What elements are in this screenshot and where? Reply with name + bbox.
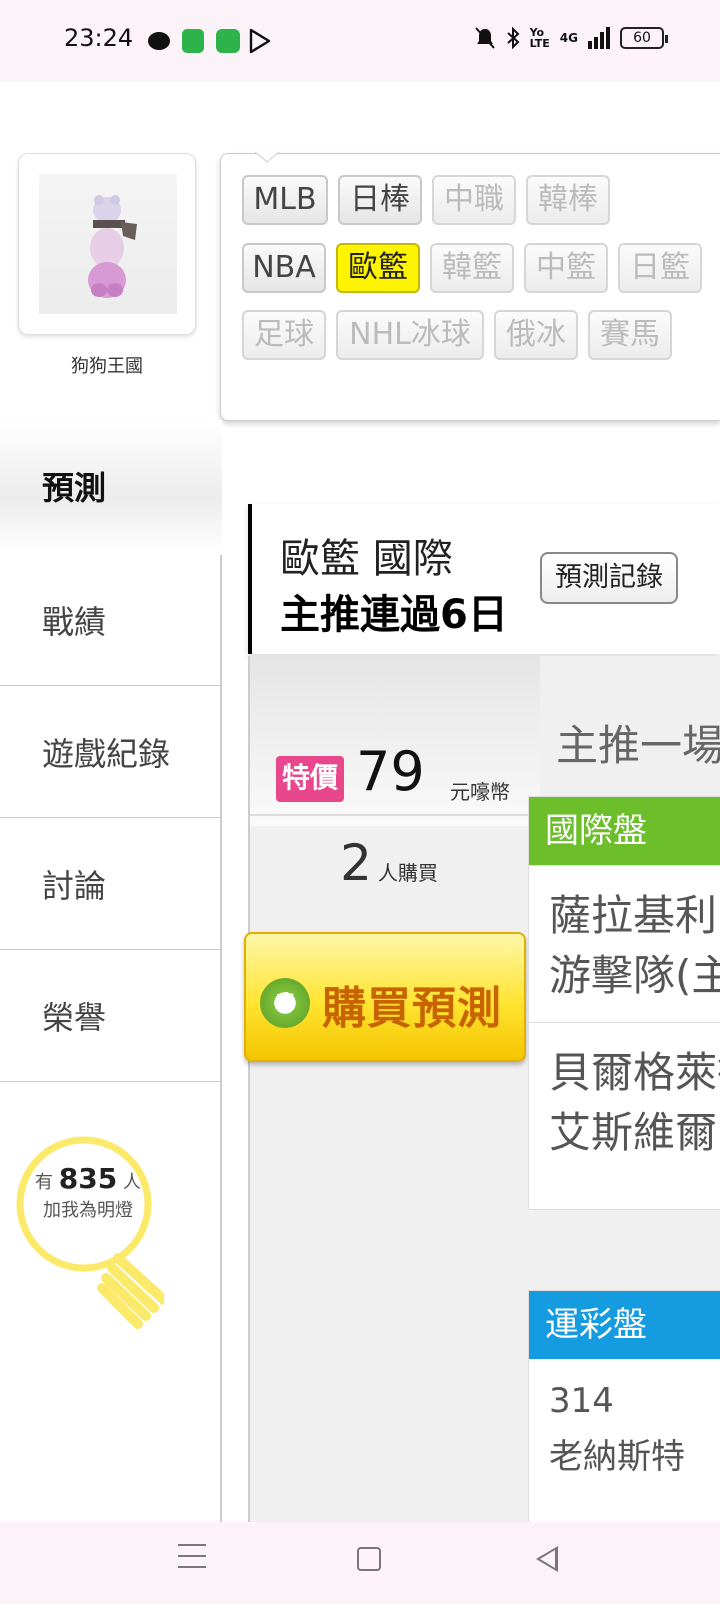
- sidebar-item-record[interactable]: 戰績: [0, 554, 222, 686]
- league-euro-basketball[interactable]: 歐籃: [336, 243, 420, 293]
- profile-avatar-card[interactable]: [18, 153, 196, 335]
- lottery-team: 老納斯特: [549, 1437, 685, 1477]
- league-china-basketball[interactable]: 中籃: [524, 243, 608, 293]
- fans-count-label: 有 835 人 加我為明燈: [14, 1165, 162, 1225]
- buy-prediction-button[interactable]: 嚎 購買預測: [244, 932, 526, 1062]
- league-title: 歐籃 國際: [280, 536, 453, 582]
- network-label: 4G: [559, 31, 578, 45]
- league-mlb[interactable]: MLB: [242, 175, 328, 225]
- league-korea-baseball[interactable]: 韓棒: [526, 175, 610, 225]
- fans-suffix: 人: [122, 1172, 141, 1193]
- mute-icon: [474, 27, 495, 49]
- buyers-count: 2: [340, 834, 372, 892]
- league-japan-basketball[interactable]: 日籃: [618, 243, 702, 293]
- intl-match-row[interactable]: 貝爾格萊德 艾斯維爾: [529, 1022, 720, 1179]
- buy-prediction-label: 購買預測: [322, 983, 502, 1034]
- intl-plate: 國際盤 薩拉基利 游擊隊(主) 貝爾格萊德 艾斯維爾: [528, 796, 720, 1210]
- intl-team-away: 艾斯維爾: [549, 1108, 718, 1157]
- lottery-plate-title: 運彩盤: [529, 1291, 720, 1359]
- play-store-icon: [249, 28, 271, 54]
- sidebar-item-predictions[interactable]: 預測: [0, 420, 222, 552]
- price-value: 79: [356, 740, 425, 803]
- intl-plate-title: 國際盤: [529, 797, 720, 865]
- buyers-info: 2 人購買: [250, 834, 528, 892]
- panel-pointer: [255, 152, 279, 163]
- menu-icon[interactable]: [178, 1544, 206, 1568]
- status-indicators: Yo LTE 4G 60: [474, 26, 668, 50]
- price-currency: 元嚎幣: [450, 780, 510, 804]
- league-nba[interactable]: NBA: [242, 243, 326, 293]
- system-nav-bar: [0, 1522, 720, 1604]
- app-notification-icon: [182, 29, 204, 53]
- signal-icon: [588, 27, 610, 49]
- sidebar-nav: 預測 戰績 遊戲紀錄 討論 榮譽: [0, 420, 222, 1522]
- sidebar-item-game-history[interactable]: 遊戲紀錄: [0, 686, 222, 818]
- league-horse-racing[interactable]: 賽馬: [588, 310, 672, 360]
- league-cpbl[interactable]: 中職: [432, 175, 516, 225]
- volte-icon: Yo LTE: [529, 26, 550, 50]
- battery-indicator: 60: [620, 27, 668, 49]
- intl-team-home: 貝爾格萊德: [549, 1048, 720, 1097]
- howl-coin-logo: 嚎: [260, 978, 310, 1028]
- league-nhl[interactable]: NHL冰球: [336, 310, 484, 360]
- league-japan-baseball[interactable]: 日棒: [338, 175, 422, 225]
- bluetooth-icon: [506, 26, 520, 50]
- lottery-match-row[interactable]: 314 老納斯特: [529, 1359, 720, 1501]
- intl-match-row[interactable]: 薩拉基利 游擊隊(主): [529, 865, 720, 1022]
- upload-icon: [216, 29, 240, 53]
- fans-line2: 加我為明燈: [43, 1200, 133, 1221]
- status-bar: 23:24 Yo LTE 4G 60: [0, 0, 720, 82]
- league-korea-basketball[interactable]: 韓籃: [430, 243, 514, 293]
- main-pick-label: 主推一場: [556, 721, 720, 770]
- intl-team-away: 游擊隊(主): [549, 951, 720, 1000]
- prediction-record-button[interactable]: 預測記錄: [540, 552, 678, 604]
- lottery-plate: 運彩盤 314 老納斯特: [528, 1290, 720, 1530]
- league-soccer[interactable]: 足球: [242, 310, 326, 360]
- profile-name: 狗狗王國: [71, 356, 143, 377]
- avatar-image: [88, 195, 137, 298]
- buyers-label: 人購買: [377, 861, 438, 885]
- status-time: 23:24: [64, 24, 134, 52]
- prediction-content: 特價 79 元嚎幣 2 人購買 嚎 購買預測 主推一場 國際盤 薩拉基利 游擊隊(…: [244, 656, 720, 1530]
- sidebar-divider: [220, 555, 222, 1522]
- lottery-game-number: 314: [549, 1381, 614, 1421]
- home-icon[interactable]: [357, 1547, 381, 1571]
- streak-title: 主推連過6日: [280, 592, 508, 638]
- price-separator: [250, 814, 528, 816]
- fans-prefix: 有: [35, 1172, 54, 1193]
- back-icon[interactable]: [536, 1546, 558, 1572]
- fans-count: 835: [58, 1162, 118, 1195]
- intl-team-home: 薩拉基利: [549, 891, 718, 940]
- league-russia-hockey[interactable]: 俄冰: [494, 310, 578, 360]
- sidebar-item-discussion[interactable]: 討論: [0, 818, 222, 950]
- special-price-badge: 特價: [276, 756, 344, 802]
- sidebar-item-honors[interactable]: 榮譽: [0, 950, 222, 1082]
- prediction-header: 歐籃 國際 主推連過6日 預測記錄: [248, 504, 720, 654]
- chat-icon: [148, 32, 170, 50]
